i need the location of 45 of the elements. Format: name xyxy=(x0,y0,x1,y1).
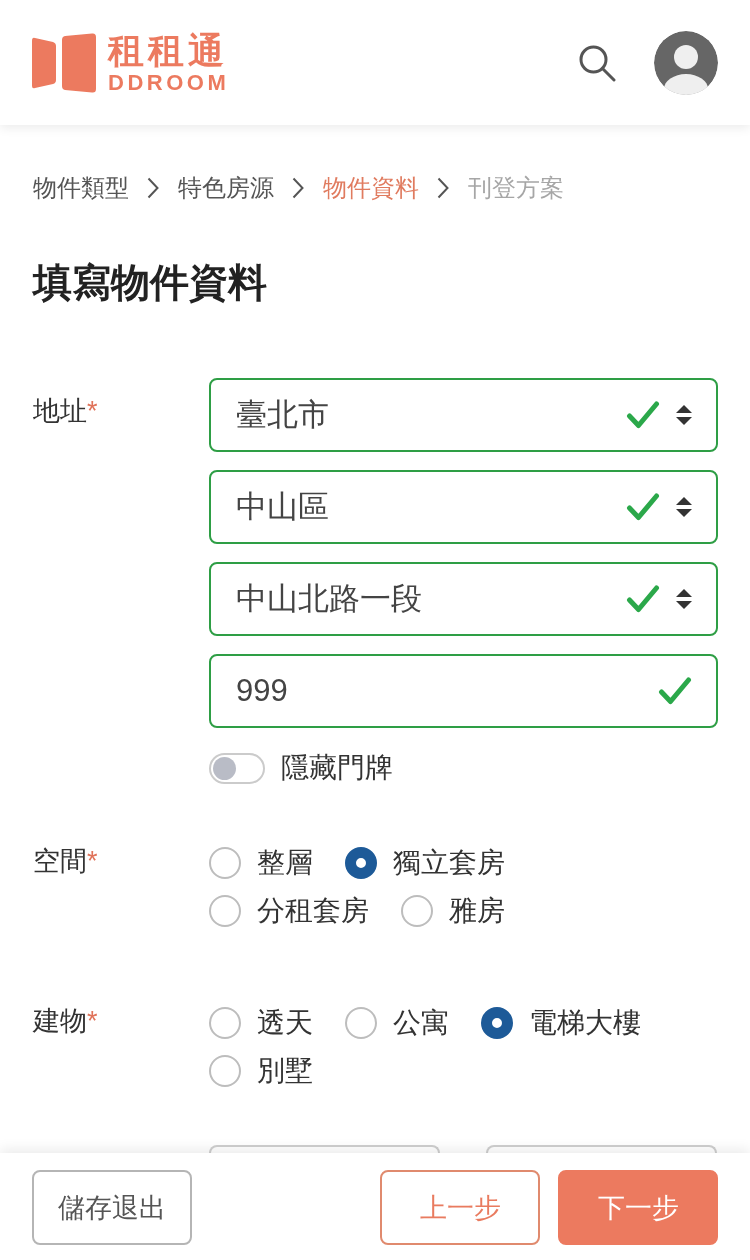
radio-button[interactable] xyxy=(209,847,241,879)
breadcrumb-item: 刊登方案 xyxy=(468,174,564,203)
radio-label[interactable]: 透天 xyxy=(257,1007,313,1039)
radio-label[interactable]: 雅房 xyxy=(449,895,505,927)
check-icon xyxy=(626,400,660,430)
radio-label[interactable]: 公寓 xyxy=(393,1007,449,1039)
radio-button[interactable] xyxy=(345,1007,377,1039)
up-down-arrows-icon xyxy=(676,496,692,518)
toggle-label: 隱藏門牌 xyxy=(281,751,393,785)
select-field[interactable]: 中山北路一段 xyxy=(209,562,718,636)
radio-button[interactable] xyxy=(209,1007,241,1039)
radio-button[interactable] xyxy=(481,1007,513,1039)
radio-label[interactable]: 獨立套房 xyxy=(393,847,505,879)
toggle-switch[interactable] xyxy=(209,752,265,784)
radio-label[interactable]: 電梯大樓 xyxy=(529,1007,641,1039)
radio-button[interactable] xyxy=(401,895,433,927)
page-title: 填寫物件資料 xyxy=(33,260,267,306)
logo-icon xyxy=(32,32,96,93)
chevron-icon xyxy=(147,177,159,199)
radio-button[interactable] xyxy=(209,895,241,927)
breadcrumb-item[interactable]: 物件類型 xyxy=(33,172,129,204)
logo-title: 租租通 xyxy=(108,31,228,71)
search-icon[interactable] xyxy=(578,43,616,82)
logo-subtitle: DDROOM xyxy=(108,72,230,94)
radio-label[interactable]: 分租套房 xyxy=(257,895,369,927)
field-label: 空間* xyxy=(33,847,98,875)
field-label: 建物* xyxy=(33,1007,98,1035)
breadcrumb-item[interactable]: 特色房源 xyxy=(178,172,274,204)
up-down-arrows-icon xyxy=(676,588,692,610)
check-icon xyxy=(626,492,660,522)
radio-label[interactable]: 整層 xyxy=(257,847,313,879)
check-icon xyxy=(658,676,692,706)
chevron-icon xyxy=(437,177,449,199)
avatar-icon[interactable] xyxy=(654,30,718,95)
field-label: 地址* xyxy=(33,395,98,428)
chevron-icon xyxy=(292,177,304,199)
save-exit-button[interactable]: 儲存退出 xyxy=(32,1170,192,1245)
select-field[interactable]: 臺北市 xyxy=(209,378,718,452)
text-field[interactable]: 999 xyxy=(209,654,718,728)
radio-button[interactable] xyxy=(345,847,377,879)
select-field[interactable]: 中山區 xyxy=(209,470,718,544)
up-down-arrows-icon xyxy=(676,404,692,426)
check-icon xyxy=(626,584,660,614)
radio-label[interactable]: 別墅 xyxy=(257,1055,313,1087)
radio-button[interactable] xyxy=(209,1055,241,1087)
